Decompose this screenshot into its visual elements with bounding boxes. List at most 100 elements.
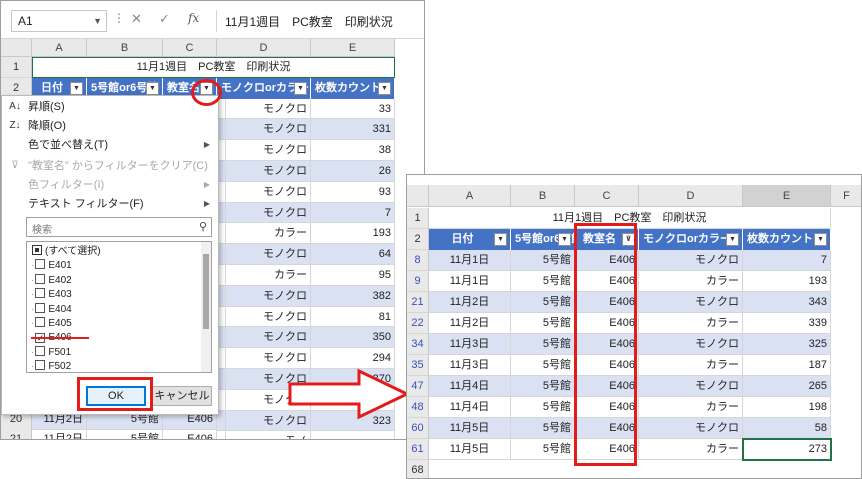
- row-header[interactable]: 21: [1, 429, 32, 439]
- cell-type[interactable]: カラー: [639, 271, 743, 292]
- cell-building[interactable]: 5号館: [511, 334, 575, 355]
- menu-sort-by-color[interactable]: 色で並べ替え(T) ▶: [2, 136, 220, 154]
- row-header[interactable]: 9: [407, 271, 429, 292]
- cell-type[interactable]: カラー: [217, 223, 311, 245]
- cell-type[interactable]: モノクロ: [217, 140, 311, 161]
- cancel-button[interactable]: キャンセル: [152, 386, 212, 406]
- cell-count[interactable]: 343: [743, 292, 831, 313]
- cell-date[interactable]: 11月2日: [32, 429, 87, 439]
- cell-count[interactable]: [311, 431, 395, 439]
- cell-type[interactable]: モノクロ: [217, 285, 311, 307]
- cell-building[interactable]: 5号館: [511, 292, 575, 313]
- cell-room[interactable]: E406: [163, 429, 217, 439]
- sheet-title-cell[interactable]: 11月1週目 PC教室 印刷状況: [32, 57, 395, 78]
- cell-type[interactable]: モノクロ: [217, 348, 311, 369]
- cell-count[interactable]: 93: [311, 181, 395, 203]
- cell-building[interactable]: 5号館: [511, 271, 575, 292]
- cell-count[interactable]: 325: [743, 334, 831, 355]
- cell-room-partial[interactable]: [219, 119, 226, 141]
- filter-dropdown-button[interactable]: ▼: [378, 81, 391, 95]
- cell-count[interactable]: 193: [743, 271, 831, 292]
- menu-sort-descending[interactable]: Z↓ 降順(O): [2, 117, 220, 135]
- cell-date[interactable]: 11月2日: [429, 292, 511, 313]
- checkbox[interactable]: [35, 273, 46, 284]
- cell-type[interactable]: モノクロ: [217, 244, 311, 265]
- row-header[interactable]: 1: [1, 57, 32, 78]
- checkbox[interactable]: [35, 302, 46, 313]
- cell-building[interactable]: 5号館: [511, 313, 575, 334]
- cell-date[interactable]: 11月1日: [429, 271, 511, 292]
- row-header[interactable]: 2: [407, 229, 429, 250]
- row-header[interactable]: 8: [407, 250, 429, 271]
- cell-room-partial[interactable]: [219, 285, 226, 307]
- checkbox[interactable]: [35, 360, 46, 371]
- filter-search-input[interactable]: 検索 ⚲: [26, 217, 212, 237]
- cell-count[interactable]: 33: [311, 98, 395, 120]
- cell-room-partial[interactable]: [219, 140, 226, 161]
- cell-room-partial[interactable]: [219, 348, 226, 369]
- cell-count[interactable]: 382: [311, 285, 395, 307]
- cell-room-partial[interactable]: [219, 265, 226, 286]
- column-header-e[interactable]: E: [743, 185, 831, 207]
- checkbox[interactable]: [35, 288, 46, 299]
- cell-room-partial[interactable]: [219, 161, 226, 182]
- cell-building[interactable]: 5号館: [511, 355, 575, 376]
- cell-room-partial[interactable]: [219, 327, 226, 349]
- cell-type[interactable]: モノクロ: [217, 119, 311, 141]
- cell-type[interactable]: モノクロ: [217, 98, 311, 120]
- row-header[interactable]: 48: [407, 397, 429, 418]
- column-header-c[interactable]: C: [163, 39, 217, 57]
- cell-type[interactable]: モノ: [217, 431, 311, 439]
- row-header[interactable]: 21: [407, 292, 429, 313]
- column-header-d[interactable]: D: [639, 185, 743, 207]
- cell-count[interactable]: 7: [311, 202, 395, 224]
- list-scrollbar[interactable]: [201, 242, 211, 372]
- row-header[interactable]: 22: [407, 313, 429, 334]
- cell-type[interactable]: モノクロ: [639, 292, 743, 313]
- cell-type[interactable]: モノクロ: [217, 306, 311, 328]
- cell-room-partial[interactable]: [219, 98, 226, 120]
- table-header-cell[interactable]: 枚数カウント ▼: [743, 229, 831, 250]
- cell-room-partial[interactable]: [219, 223, 226, 245]
- column-header-f[interactable]: F: [831, 185, 861, 207]
- cell-room-partial[interactable]: [219, 369, 226, 390]
- cell-count[interactable]: 187: [743, 355, 831, 376]
- cell-date[interactable]: 11月1日: [429, 250, 511, 271]
- cell-type[interactable]: モノクロ: [217, 327, 311, 349]
- check-icon[interactable]: ✓: [159, 11, 170, 27]
- cell-type[interactable]: モノクロ: [639, 376, 743, 397]
- menu-text-filter[interactable]: テキスト フィルター(F) ▶: [2, 195, 220, 213]
- cell-building[interactable]: 5号館: [511, 439, 575, 460]
- row-header[interactable]: 35: [407, 355, 429, 376]
- select-all-corner[interactable]: [407, 185, 429, 207]
- cell-count[interactable]: 193: [311, 223, 395, 245]
- row-header[interactable]: 60: [407, 418, 429, 439]
- table-header-cell[interactable]: 5号館or6号館▼: [511, 229, 575, 250]
- cell-building[interactable]: 5号館: [511, 376, 575, 397]
- cell-type[interactable]: モノクロ: [639, 250, 743, 271]
- cell-type[interactable]: モノクロ: [217, 202, 311, 224]
- filter-dropdown-button[interactable]: ▼: [294, 81, 307, 95]
- column-header-b[interactable]: B: [511, 185, 575, 207]
- cell-count[interactable]: 38: [311, 140, 395, 161]
- table-header-cell[interactable]: モノクロorカラー ▼: [217, 77, 311, 99]
- filter-dropdown-button[interactable]: ▼: [494, 233, 507, 246]
- cell-building[interactable]: 5号館: [511, 397, 575, 418]
- column-header-d[interactable]: D: [217, 39, 311, 57]
- row-header[interactable]: 61: [407, 439, 429, 460]
- row-header[interactable]: 34: [407, 334, 429, 355]
- checkbox[interactable]: [35, 317, 46, 327]
- row-header[interactable]: 68: [407, 460, 429, 478]
- column-header-e[interactable]: E: [311, 39, 395, 57]
- cell-building[interactable]: 5号館: [87, 429, 163, 439]
- cell-building[interactable]: 5号館: [511, 250, 575, 271]
- table-header-cell[interactable]: モノクロorカラー ▼: [639, 229, 743, 250]
- table-header-cell[interactable]: 枚数カウント ▼: [311, 77, 395, 99]
- cell-date[interactable]: 11月5日: [429, 418, 511, 439]
- cell-building[interactable]: 5号館: [511, 418, 575, 439]
- cell-count[interactable]: 265: [743, 376, 831, 397]
- cell-count[interactable]: 58: [743, 418, 831, 439]
- select-all-corner[interactable]: [1, 39, 32, 57]
- column-header-c[interactable]: C: [575, 185, 639, 207]
- formula-input[interactable]: 11月1週目 PC教室 印刷状況: [216, 10, 424, 32]
